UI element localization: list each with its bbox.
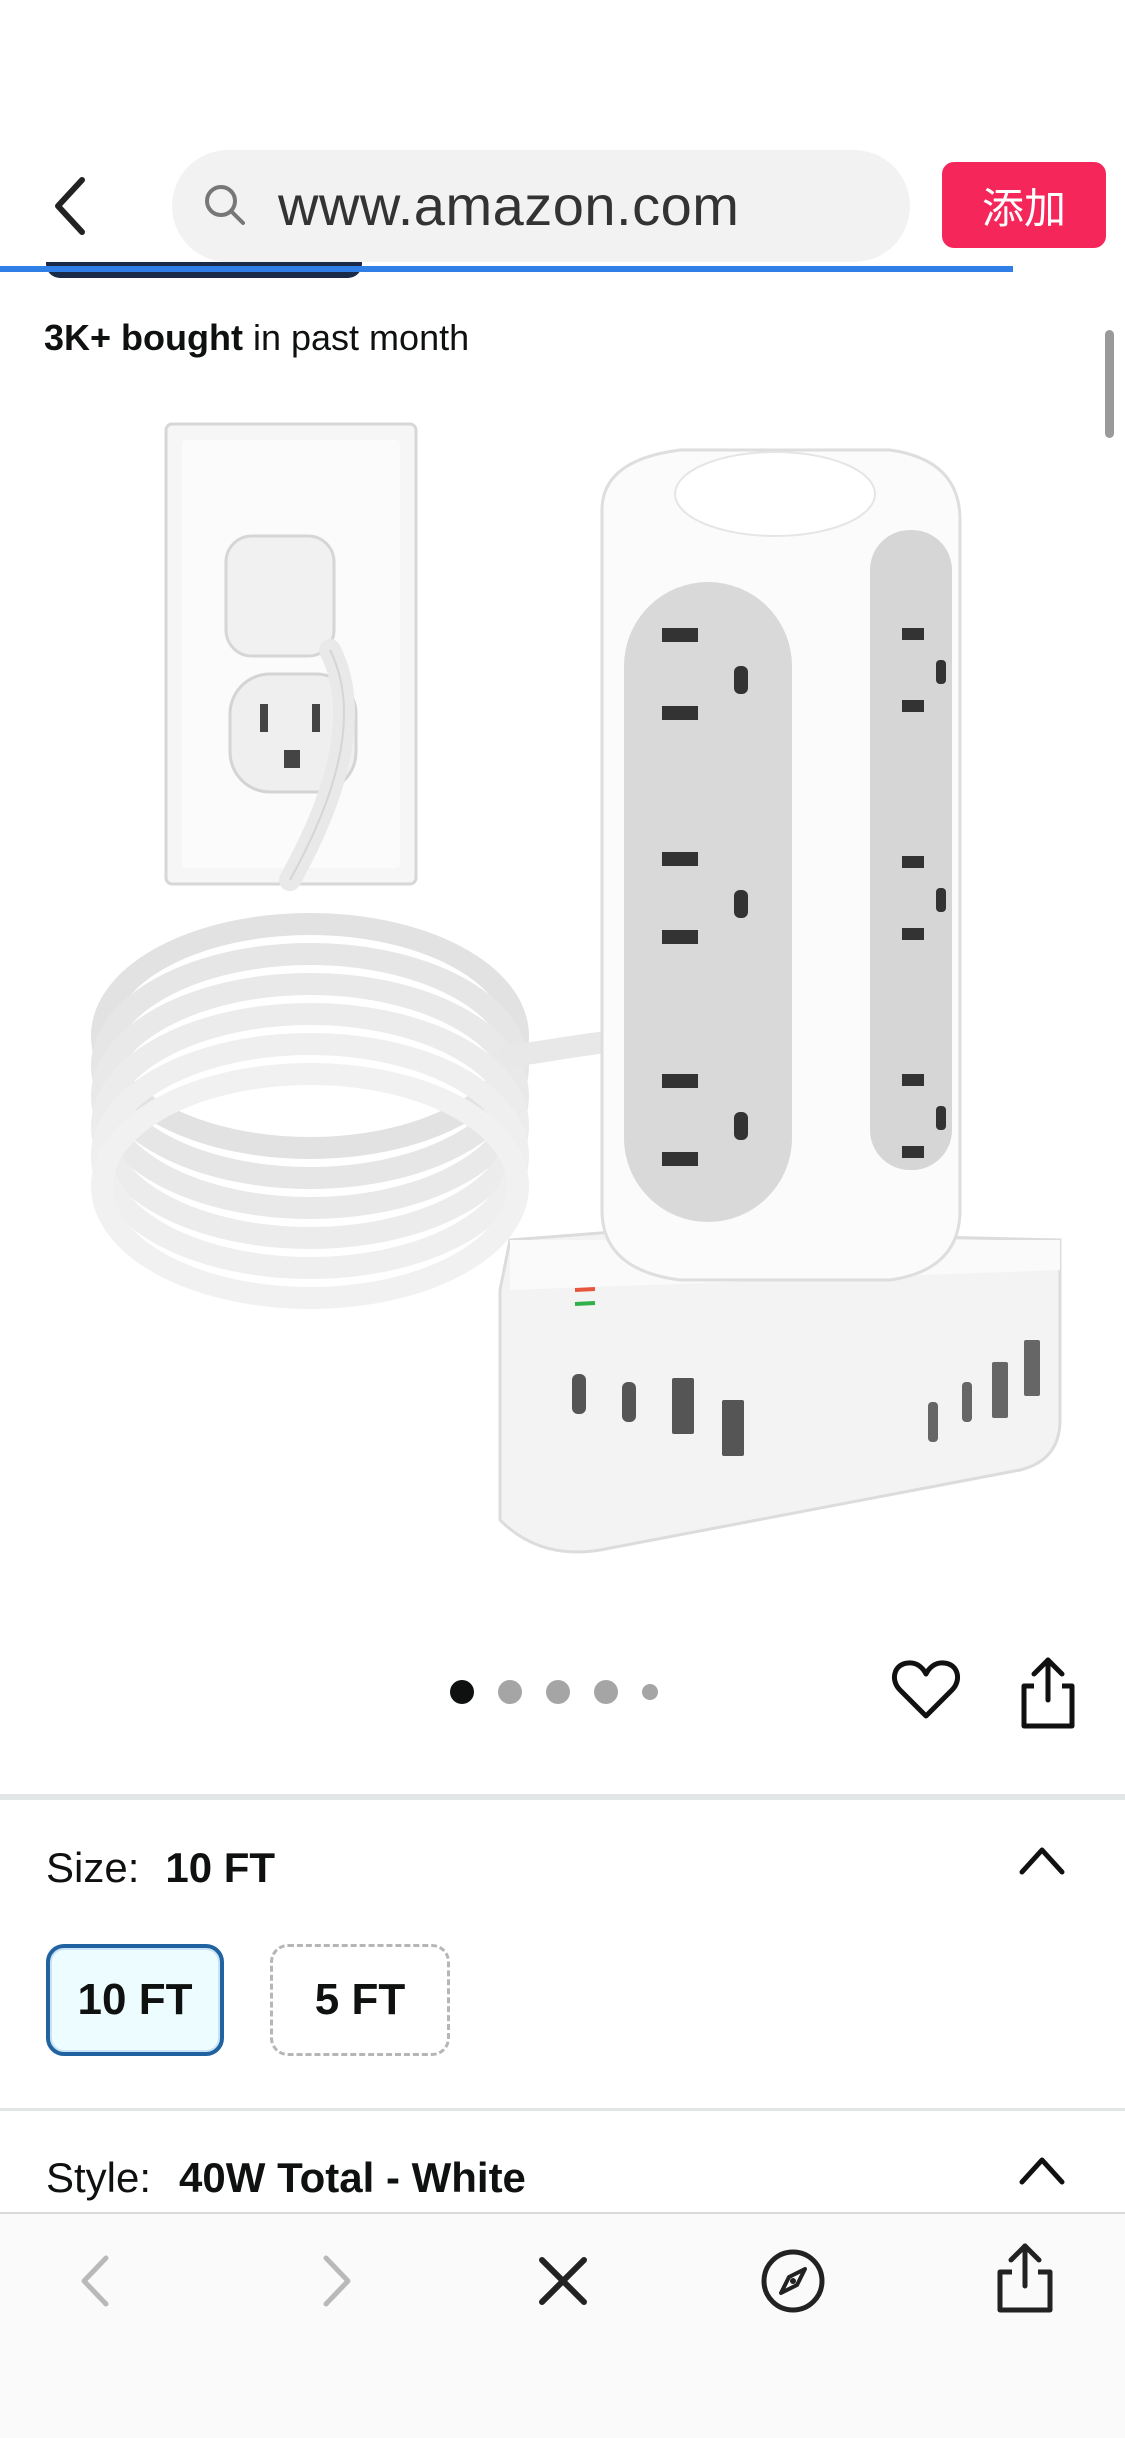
compass-icon[interactable] xyxy=(758,2246,828,2316)
carousel-dot[interactable] xyxy=(546,1680,570,1704)
size-label: Size: xyxy=(46,1844,140,1891)
size-option-5ft[interactable]: 5 FT xyxy=(270,1944,450,2056)
size-option-10ft[interactable]: 10 FT xyxy=(46,1944,224,2056)
add-button[interactable]: 添加 xyxy=(942,162,1106,248)
heart-icon[interactable] xyxy=(890,1654,962,1726)
section-divider xyxy=(0,1794,1125,1800)
chevron-up-icon[interactable] xyxy=(1016,1842,1068,1878)
style-label: Style: xyxy=(46,2154,152,2201)
share-icon[interactable] xyxy=(990,2240,1060,2316)
carousel-indicator[interactable] xyxy=(450,1674,658,1710)
carousel-dot[interactable] xyxy=(498,1680,522,1704)
share-icon[interactable] xyxy=(1012,1652,1084,1732)
chevron-up-icon[interactable] xyxy=(1016,2152,1068,2188)
carousel-dot[interactable] xyxy=(594,1680,618,1704)
url-text: www.amazon.com xyxy=(278,174,740,237)
section-divider xyxy=(0,2108,1125,2111)
address-bar[interactable]: www.amazon.com xyxy=(172,150,910,262)
bought-strong: 3K+ bought xyxy=(44,317,243,358)
power-strip-tower-image[interactable] xyxy=(40,410,1080,1580)
search-icon xyxy=(205,185,245,225)
carousel-dot[interactable] xyxy=(450,1680,474,1704)
forward-icon[interactable] xyxy=(300,2246,370,2316)
style-header[interactable]: Style: 40W Total - White xyxy=(46,2150,526,2206)
back-arrow-icon[interactable] xyxy=(40,170,104,242)
size-header[interactable]: Size: 10 FT xyxy=(46,1840,275,1896)
page-load-progress xyxy=(0,266,1013,272)
browser-top-bar: www.amazon.com 添加 xyxy=(0,0,1125,278)
back-icon[interactable] xyxy=(62,2246,132,2316)
size-selected-value: 10 FT xyxy=(165,1844,276,1891)
bought-rest: in past month xyxy=(242,317,470,358)
carousel-dot[interactable] xyxy=(642,1684,658,1700)
scrollbar[interactable] xyxy=(1105,330,1114,438)
style-selected-value: 40W Total - White xyxy=(179,2154,526,2201)
close-icon[interactable] xyxy=(528,2246,598,2316)
bought-count-text: 3K+ bought in past month xyxy=(44,316,469,360)
